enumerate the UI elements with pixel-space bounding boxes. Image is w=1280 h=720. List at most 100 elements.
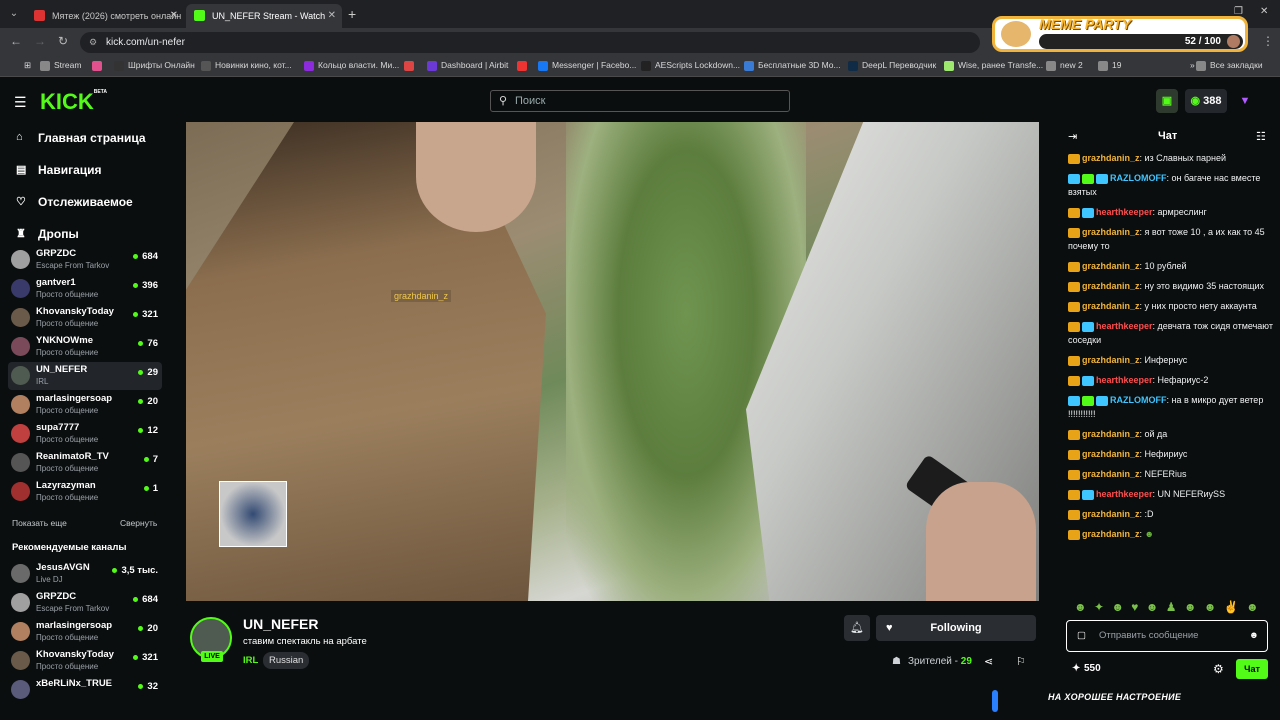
collapse-chat-icon[interactable]: ⇥ <box>1068 130 1077 143</box>
stream-category[interactable]: IRL <box>243 655 258 666</box>
menu-icon[interactable]: ⋮ <box>1262 34 1274 48</box>
chat-settings-icon[interactable]: ▢ <box>1077 621 1086 651</box>
nav-drops[interactable]: ♜ Дропы <box>16 227 79 241</box>
recommended-channel-item[interactable]: xBeRLiNx_TRUE 32 <box>8 676 162 704</box>
sub-badge-icon <box>1068 375 1080 386</box>
close-window-icon[interactable]: ✕ <box>1260 6 1268 17</box>
profile-avatar[interactable]: ▼ <box>1234 89 1256 113</box>
gear-icon[interactable]: ⚙ <box>1213 662 1224 676</box>
search-placeholder: Поиск <box>515 95 546 107</box>
send-chat-button[interactable]: Чат <box>1236 659 1268 679</box>
viewer-count: 29 <box>138 367 158 378</box>
bookmark-favicon <box>641 61 651 71</box>
recommended-channel-item[interactable]: JesusAVGN Live DJ 3,5 тыс. <box>8 560 162 588</box>
bell-icon: 🔔︎ <box>850 622 864 634</box>
channel-item[interactable]: marlasingersoap Просто общение 20 <box>8 391 162 419</box>
url-bar[interactable]: ⚙ kick.com/un-nefer <box>80 32 980 53</box>
kick-logo[interactable]: KICKBETA <box>40 89 107 115</box>
meme-party-avatar <box>1227 35 1240 48</box>
channel-item[interactable]: GRPZDC Escape From Tarkov 684 <box>8 246 162 274</box>
bookmark-11[interactable]: DeepL Переводчик <box>848 60 936 71</box>
tab-close-icon[interactable]: ✕ <box>328 4 336 28</box>
stream-language-tag[interactable]: Russian <box>263 652 310 669</box>
all-bookmarks[interactable]: Все закладки <box>1196 60 1263 71</box>
share-icon[interactable]: ⋖ <box>984 655 993 668</box>
emote-bar[interactable]: ☻ ✦ ☻ ♥ ☻ ♟ ☻ ☻ ✌ ☻ <box>1074 600 1261 614</box>
tab-close-icon[interactable]: ✕ <box>170 4 178 28</box>
emoji-icon[interactable]: ☻ <box>1249 621 1259 651</box>
channel-item[interactable]: KhovanskyToday Просто общение 321 <box>8 304 162 332</box>
video-overlay-tag: grazhdanin_z <box>391 290 452 302</box>
site-info-icon[interactable]: ⚙ <box>89 32 97 53</box>
sub-badge-icon <box>1068 429 1080 440</box>
search-input[interactable]: ⚲ Поиск <box>490 90 790 112</box>
streamer-name[interactable]: UN_NEFER <box>243 616 318 632</box>
recommended-channel-item[interactable]: marlasingersoap Просто общение 20 <box>8 618 162 646</box>
channel-item[interactable]: supa7777 Просто общение 12 <box>8 420 162 448</box>
sub-badge-icon <box>1068 321 1080 332</box>
chat-input[interactable]: ▢ Отправить сообщение ☻ <box>1066 620 1268 652</box>
collapse-link[interactable]: Свернуть <box>120 518 157 528</box>
points-button[interactable]: ◉ 388 <box>1185 89 1227 113</box>
channel-item[interactable]: YNKNOWme Просто общение 76 <box>8 333 162 361</box>
nav-browse[interactable]: ▤ Навигация <box>16 163 102 177</box>
bookmark-13[interactable]: new 2 <box>1046 60 1083 71</box>
mod-badge-icon <box>1068 173 1080 184</box>
bookmark-9[interactable]: AEScripts Lockdown... <box>641 60 740 71</box>
back-icon[interactable]: ← <box>10 34 22 48</box>
extension-icon[interactable]: ▣ <box>1156 89 1178 113</box>
viewer-count: 20 <box>138 623 158 634</box>
sub-badge-icon <box>1068 509 1080 520</box>
channel-item[interactable]: ReanimatoR_TV Просто общение 7 <box>8 449 162 477</box>
bookmark-4[interactable]: Кольцо власти. Ми... <box>304 60 399 71</box>
site-header: ☰ KICKBETA ⚲ Поиск ▣ ◉ 388 ▼ <box>0 78 1280 122</box>
bookmark-12[interactable]: Wise, ранее Transfe... <box>944 60 1043 71</box>
tab-favicon <box>194 10 205 21</box>
bookmarks-overflow-icon[interactable]: » <box>1176 60 1195 70</box>
following-button[interactable]: ♥ Following <box>876 615 1036 641</box>
chat-message: hearthkeeper: армреслинг <box>1058 202 1280 222</box>
points-icon: ✦ <box>1072 663 1081 674</box>
nav-home[interactable]: ⌂ Главная страница <box>16 131 146 145</box>
chat-users-icon[interactable]: ☷ <box>1256 130 1266 143</box>
chat-message: hearthkeeper: Нефариус-2 <box>1058 370 1280 390</box>
forward-icon[interactable]: → <box>34 34 46 48</box>
chat-message: hearthkeeper: девчата тож сидя отмечают … <box>1068 321 1273 345</box>
hamburger-menu-icon[interactable]: ☰ <box>14 94 27 111</box>
channel-item[interactable]: gantver1 Просто общение 396 <box>8 275 162 303</box>
new-tab-icon[interactable]: + <box>348 6 356 22</box>
pepe-emote-icon: ☻ <box>1144 529 1155 539</box>
channel-points[interactable]: ✦ 550 <box>1072 663 1101 674</box>
recommended-channel-item[interactable]: GRPZDC Escape From Tarkov 684 <box>8 589 162 617</box>
gift-badge-icon <box>1082 173 1094 184</box>
reload-icon[interactable]: ↻ <box>58 34 68 48</box>
meme-party-title: MEME PARTY <box>1039 16 1132 32</box>
bookmark-14[interactable]: 19 <box>1098 60 1121 71</box>
bookmark-10[interactable]: Бесплатные 3D Mo... <box>744 60 841 71</box>
tab-search-chevron-icon[interactable]: ⌄ <box>6 6 22 22</box>
nav-following[interactable]: ♡ Отслеживаемое <box>16 195 133 209</box>
viewer-count: 321 <box>133 652 158 663</box>
show-more-link[interactable]: Показать еще <box>12 518 67 528</box>
chat-message: hearthkeeper: UN NEFERиуSS <box>1058 484 1280 504</box>
stream-info: LIVE UN_NEFER ставим спектакль на арбате… <box>186 601 1039 720</box>
browser-tab-1[interactable]: Мятеж (2026) смотреть онлайн ✕ <box>26 4 184 28</box>
bookmark-8[interactable]: Messenger | Facebo... <box>538 60 636 71</box>
recommended-channel-item[interactable]: KhovanskyToday Просто общение 321 <box>8 647 162 675</box>
facebook-icon <box>538 61 548 71</box>
channel-item[interactable]: Lazyrazyman Просто общение 1 <box>8 478 162 506</box>
apps-icon[interactable]: ⊞ <box>10 60 31 71</box>
video-hand <box>926 482 1036 601</box>
clip-icon[interactable]: ⚐ <box>1016 655 1026 668</box>
bookmark-0[interactable]: Stream <box>40 60 81 71</box>
channel-item-active[interactable]: UN_NEFER IRL 29 <box>8 362 162 390</box>
bookmark-2[interactable]: Шрифты Онлайн <box>114 60 195 71</box>
bookmark-6[interactable]: Dashboard | Airbit <box>427 60 508 71</box>
video-player[interactable]: grazhdanin_z <box>186 122 1039 601</box>
verified-badge-icon <box>1082 207 1094 218</box>
stream-title: ставим спектакль на арбате <box>243 636 367 647</box>
bookmark-3[interactable]: Новинки кино, кот... <box>201 60 292 71</box>
notification-bell-button[interactable]: 🔔︎ <box>844 615 870 641</box>
browser-tab-2[interactable]: UN_NEFER Stream - Watch ✕ <box>186 4 342 28</box>
home-icon: ⌂ <box>16 131 23 143</box>
